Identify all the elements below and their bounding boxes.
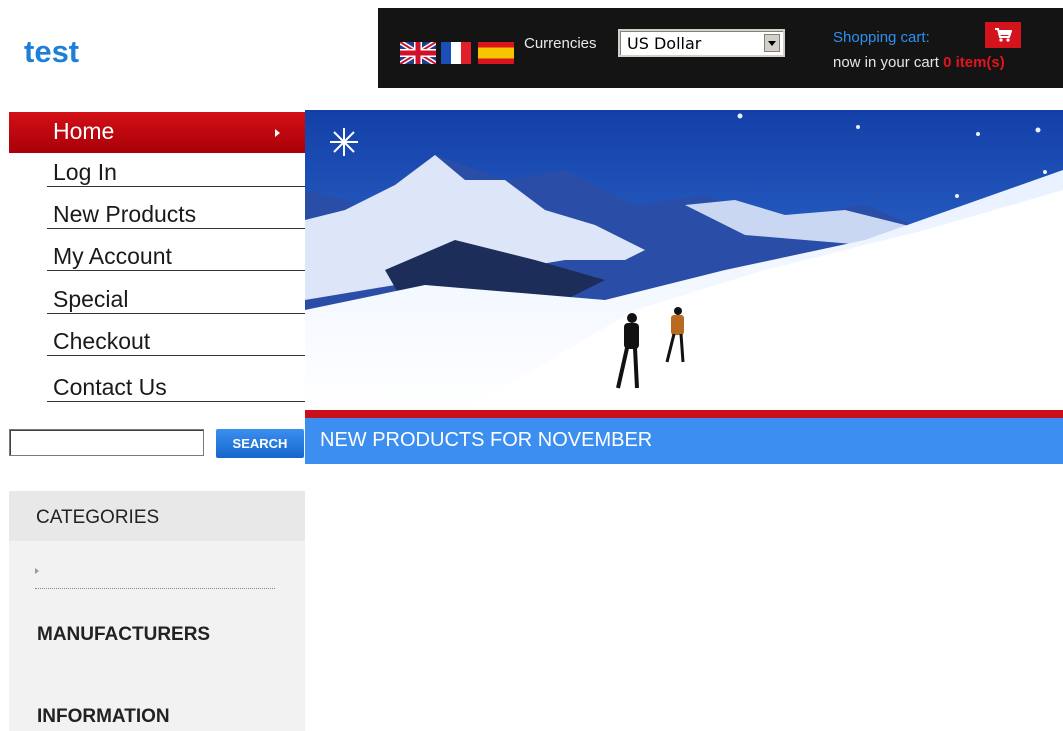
- chevron-right-icon: [275, 129, 280, 137]
- cart-status: now in your cart 0 item(s): [833, 54, 1005, 71]
- spain-flag-icon[interactable]: [478, 42, 514, 64]
- france-flag-icon[interactable]: [441, 42, 471, 64]
- store-logo[interactable]: test: [24, 34, 79, 70]
- manufacturers-title: MANUFACTURERS: [37, 624, 211, 645]
- cart-count[interactable]: 0 item(s): [943, 54, 1005, 71]
- banner-red-divider: [305, 410, 1063, 418]
- nav-item-label: Checkout: [53, 328, 151, 354]
- nav-item-label: My Account: [53, 243, 172, 269]
- cart-icon[interactable]: [985, 22, 1021, 48]
- nav-item-label: New Products: [53, 201, 197, 227]
- category-divider: [35, 588, 275, 589]
- bullet-icon: [35, 568, 39, 574]
- nav-item-new-products[interactable]: New Products: [47, 200, 305, 229]
- uk-flag-icon[interactable]: [400, 42, 436, 64]
- nav-item-checkout[interactable]: Checkout: [47, 327, 305, 356]
- nav-item-contact-us[interactable]: Contact Us: [47, 373, 305, 402]
- nav-item-log-in[interactable]: Log In: [47, 158, 305, 187]
- top-bar: Currencies US Dollar Shopping cart: now …: [378, 8, 1063, 88]
- nav-item-label: Log In: [53, 159, 117, 185]
- chevron-down-icon[interactable]: [764, 34, 780, 52]
- currency-select-value: US Dollar: [627, 34, 702, 53]
- new-products-title: NEW PRODUCTS FOR NOVEMBER: [320, 429, 653, 451]
- categories-title: CATEGORIES: [36, 507, 160, 528]
- information-title: INFORMATION: [37, 706, 170, 727]
- search-input[interactable]: [9, 429, 204, 456]
- nav-home-label: Home: [53, 118, 115, 144]
- cart-status-prefix: now in your cart: [833, 54, 939, 71]
- hero-banner: [305, 110, 1063, 410]
- categories-header: CATEGORIES: [9, 491, 305, 541]
- shopping-cart-link[interactable]: Shopping cart:: [833, 29, 930, 46]
- nav-home[interactable]: Home: [9, 112, 305, 153]
- search-button[interactable]: SEARCH: [216, 429, 304, 458]
- sidebar-boxes: CATEGORIES MANUFACTURERS INFORMATION: [9, 491, 305, 731]
- nav-item-label: Special: [53, 286, 129, 312]
- currency-select[interactable]: US Dollar: [618, 29, 785, 57]
- nav-item-special[interactable]: Special: [47, 285, 305, 314]
- mountain-banner-image: [305, 110, 1063, 410]
- new-products-bar: NEW PRODUCTS FOR NOVEMBER: [305, 418, 1063, 464]
- nav-item-label: Contact Us: [53, 374, 167, 400]
- nav-item-my-account[interactable]: My Account: [47, 242, 305, 271]
- currencies-label: Currencies: [524, 35, 597, 52]
